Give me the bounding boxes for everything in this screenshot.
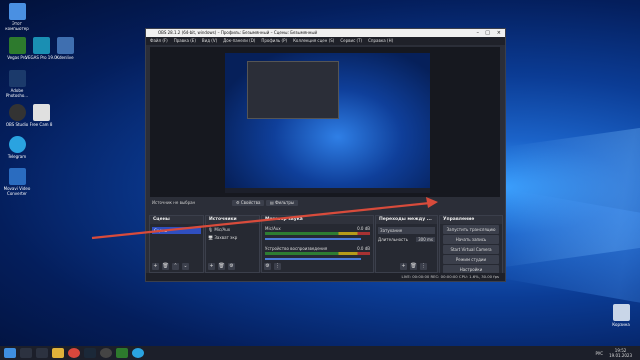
clock-date: 19.01.2023	[609, 353, 632, 358]
clock[interactable]: 19:52 19.01.2023	[609, 348, 632, 358]
explorer-icon[interactable]	[52, 348, 64, 358]
search-icon[interactable]	[20, 348, 32, 358]
task-view-icon[interactable]	[36, 348, 48, 358]
taskbar: РУС 19:52 19.01.2023	[0, 346, 640, 360]
system-tray: РУС 19:52 19.01.2023	[595, 348, 640, 358]
annotation-arrow	[91, 197, 438, 240]
telegram-icon[interactable]	[132, 348, 144, 358]
obs-icon[interactable]	[100, 348, 112, 358]
arrow-line	[91, 201, 431, 240]
arrow-head	[426, 197, 438, 208]
chrome-icon[interactable]	[68, 348, 80, 358]
windows-start-icon[interactable]	[4, 348, 16, 358]
language-indicator[interactable]: РУС	[595, 351, 603, 356]
vegas-icon[interactable]	[116, 348, 128, 358]
steam-icon[interactable]	[84, 348, 96, 358]
desktop: Этот компьютер Vegas Pro VEGAS Pro 19.0 …	[0, 0, 640, 360]
